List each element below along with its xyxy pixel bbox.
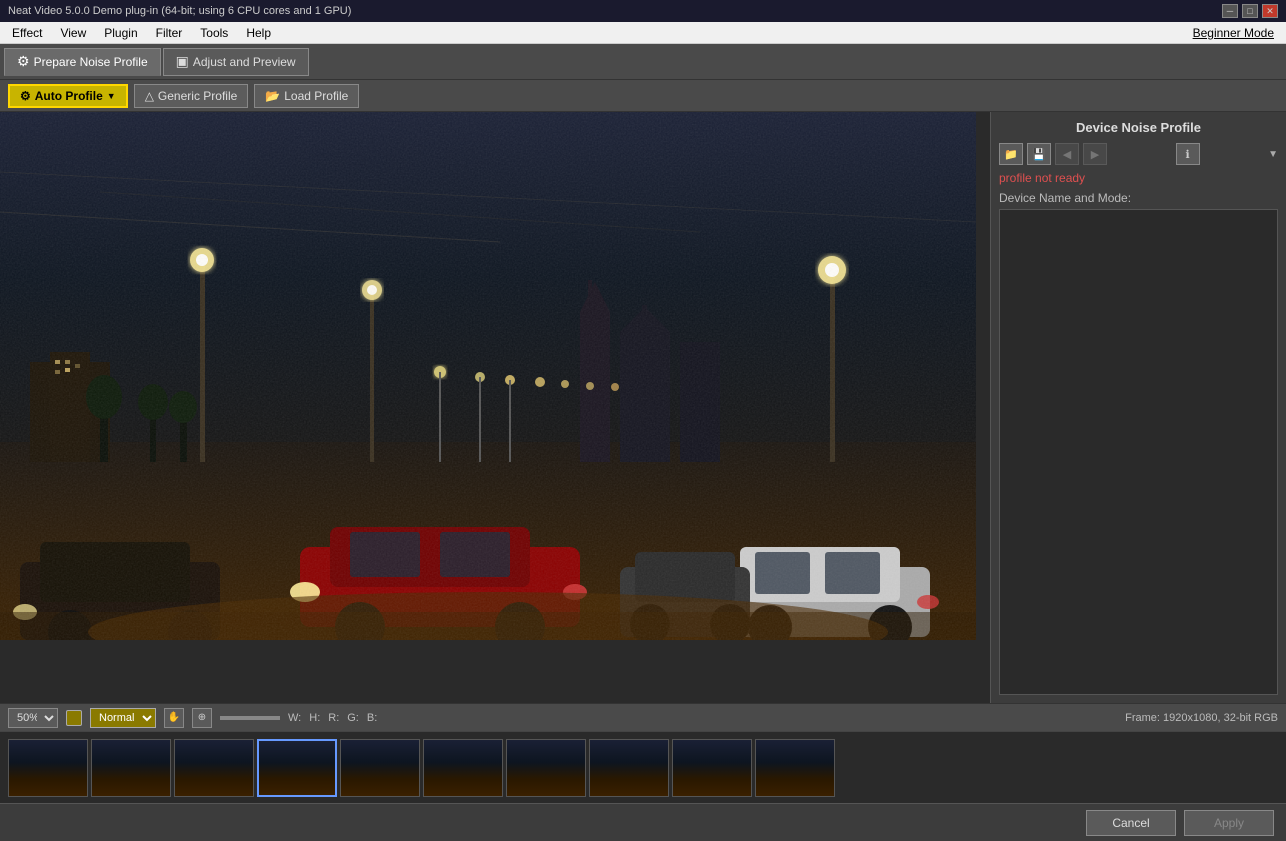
generic-profile-label: Generic Profile	[158, 89, 237, 103]
toolbar: ⚙ Prepare Noise Profile ▣ Adjust and Pre…	[0, 44, 1286, 80]
menu-effect[interactable]: Effect	[4, 24, 50, 42]
auto-profile-button[interactable]: ⚙ Auto Profile ▼	[8, 84, 128, 108]
profile-bar: ⚙ Auto Profile ▼ △ Generic Profile 📂 Loa…	[0, 80, 1286, 112]
height-label: H:	[309, 712, 320, 724]
load-icon: 📂	[265, 89, 280, 103]
beginner-mode-button[interactable]: Beginner Mode	[1193, 26, 1282, 40]
menu-filter[interactable]: Filter	[148, 24, 191, 42]
hand-tool[interactable]: ✋	[164, 708, 184, 728]
menu-tools[interactable]: Tools	[192, 24, 236, 42]
tab-adjust-preview[interactable]: ▣ Adjust and Preview	[163, 48, 309, 76]
film-thumb-5[interactable]	[340, 739, 420, 797]
main-content: Device Noise Profile 📁 💾 ◀ ▶ ℹ ▼ profile…	[0, 112, 1286, 703]
cancel-button[interactable]: Cancel	[1086, 810, 1176, 836]
auto-profile-icon: ⚙	[20, 89, 31, 103]
panel-dropdown-arrow[interactable]: ▼	[1268, 149, 1278, 160]
mode-select[interactable]: Normal	[90, 708, 156, 728]
device-name-box	[999, 209, 1278, 695]
film-thumb-9[interactable]	[672, 739, 752, 797]
generic-icon: △	[145, 89, 154, 103]
load-profile-label: Load Profile	[284, 89, 348, 103]
width-label: W:	[288, 712, 301, 724]
film-thumb-4[interactable]	[257, 739, 337, 797]
zoom-select[interactable]: 50% 100% 75%	[8, 708, 58, 728]
panel-title: Device Noise Profile	[999, 120, 1278, 135]
film-thumb-3[interactable]	[174, 739, 254, 797]
profile-status: profile not ready	[999, 171, 1278, 185]
canvas-area	[0, 112, 990, 703]
menu-view[interactable]: View	[52, 24, 94, 42]
r-label: R:	[328, 712, 339, 724]
maximize-button[interactable]: □	[1242, 4, 1258, 18]
film-thumb-6[interactable]	[423, 739, 503, 797]
main-image	[0, 112, 976, 640]
app-title: Neat Video 5.0.0 Demo plug-in (64-bit; u…	[8, 5, 351, 17]
device-name-label: Device Name and Mode:	[999, 191, 1278, 205]
prepare-icon: ⚙	[17, 53, 30, 70]
minimize-button[interactable]: ─	[1222, 4, 1238, 18]
slider[interactable]	[220, 716, 280, 720]
generic-profile-button[interactable]: △ Generic Profile	[134, 84, 249, 108]
menu-bar: Effect View Plugin Filter Tools Help Beg…	[0, 22, 1286, 44]
b-label: B:	[367, 712, 377, 724]
title-controls: ─ □ ✕	[1222, 4, 1278, 18]
panel-save-button[interactable]: 💾	[1027, 143, 1051, 165]
filmstrip	[0, 731, 1286, 803]
bottom-bar: Cancel Apply	[0, 803, 1286, 841]
frame-info: Frame: 1920x1080, 32-bit RGB	[1125, 712, 1278, 724]
panel-open-button[interactable]: 📁	[999, 143, 1023, 165]
close-button[interactable]: ✕	[1262, 4, 1278, 18]
film-thumb-8[interactable]	[589, 739, 669, 797]
dropdown-arrow: ▼	[107, 91, 116, 101]
film-thumb-2[interactable]	[91, 739, 171, 797]
prepare-label: Prepare Noise Profile	[34, 55, 148, 69]
panel-toolbar: 📁 💾 ◀ ▶ ℹ ▼	[999, 143, 1278, 165]
g-label: G:	[347, 712, 359, 724]
adjust-icon: ▣	[176, 53, 189, 70]
info-tool[interactable]: ⊕	[192, 708, 212, 728]
menu-plugin[interactable]: Plugin	[96, 24, 145, 42]
adjust-label: Adjust and Preview	[193, 55, 296, 69]
panel-info-button[interactable]: ℹ	[1176, 143, 1200, 165]
film-thumb-1[interactable]	[8, 739, 88, 797]
status-bar: 50% 100% 75% Normal ✋ ⊕ W: H: R: G: B: F…	[0, 703, 1286, 731]
scene-svg	[0, 112, 976, 640]
menu-help[interactable]: Help	[238, 24, 279, 42]
apply-button[interactable]: Apply	[1184, 810, 1274, 836]
panel-prev-button[interactable]: ◀	[1055, 143, 1079, 165]
right-panel: Device Noise Profile 📁 💾 ◀ ▶ ℹ ▼ profile…	[990, 112, 1286, 703]
film-thumb-7[interactable]	[506, 739, 586, 797]
load-profile-button[interactable]: 📂 Load Profile	[254, 84, 359, 108]
mode-indicator	[66, 710, 82, 726]
auto-profile-label: Auto Profile	[35, 89, 103, 103]
film-thumb-10[interactable]	[755, 739, 835, 797]
slider-container	[220, 716, 280, 720]
title-bar: Neat Video 5.0.0 Demo plug-in (64-bit; u…	[0, 0, 1286, 22]
tab-prepare-noise-profile[interactable]: ⚙ Prepare Noise Profile	[4, 48, 161, 76]
panel-next-button[interactable]: ▶	[1083, 143, 1107, 165]
